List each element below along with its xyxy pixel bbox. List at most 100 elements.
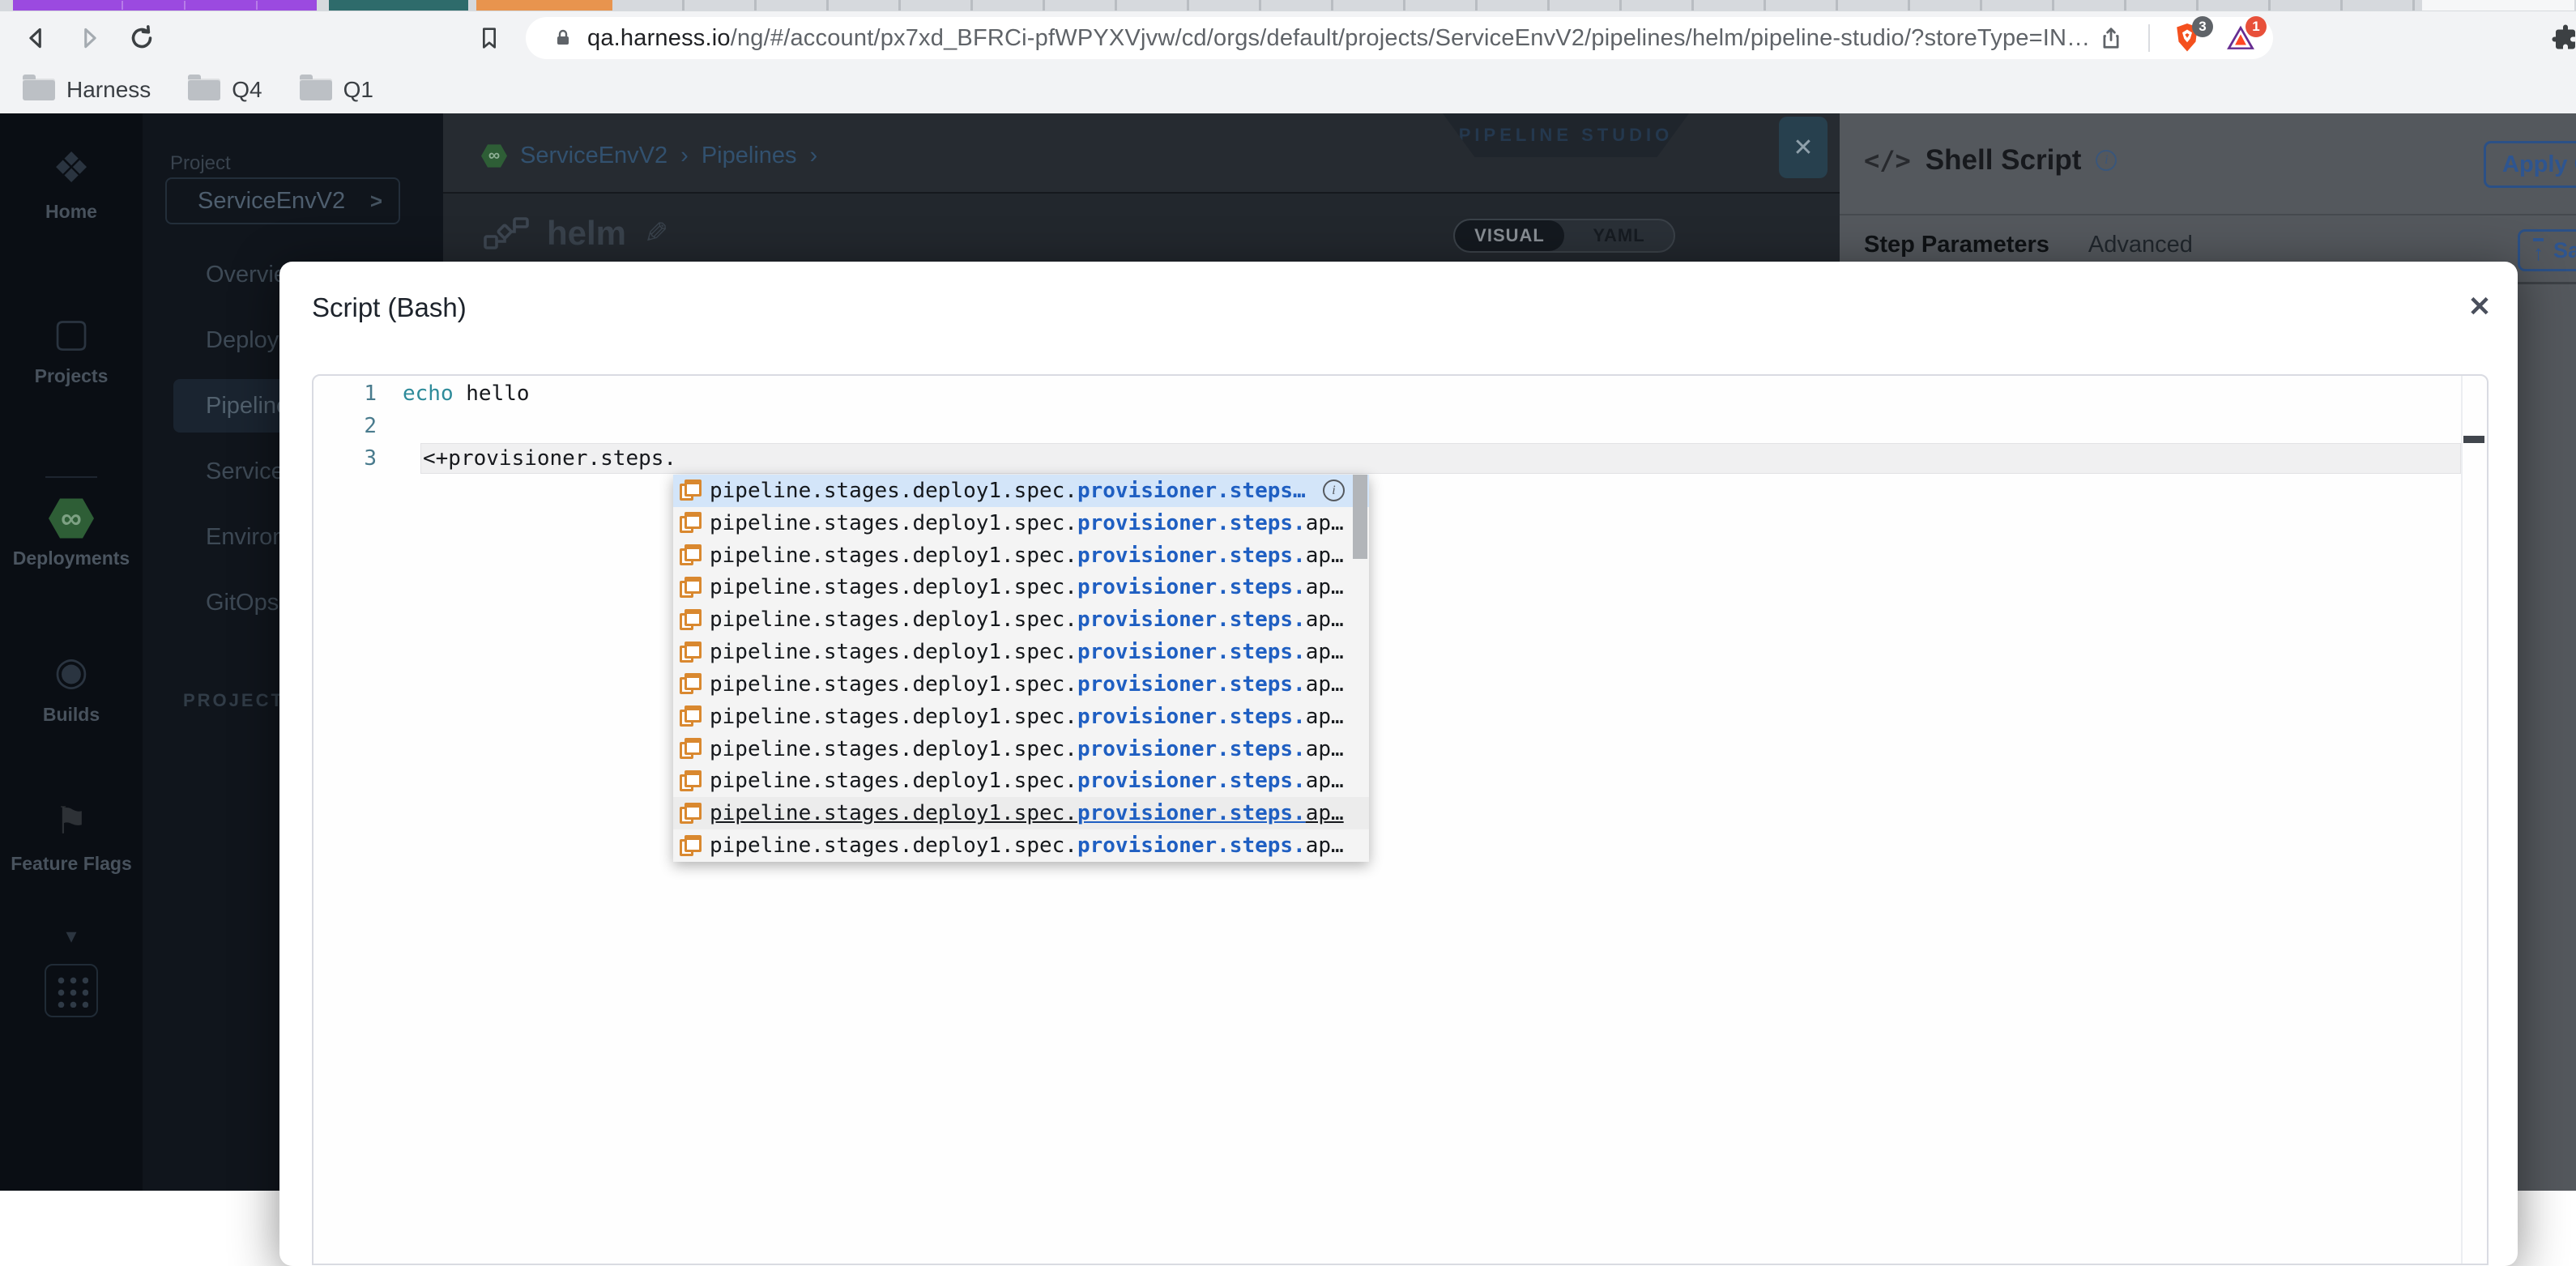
project-section-label: Project — [170, 152, 231, 174]
suggestion-item[interactable]: pipeline.stages.deploy1.spec.provisioner… — [673, 797, 1369, 830]
modal-close-button[interactable]: ✕ — [2460, 288, 2499, 326]
browser-chrome: qa.harness.io/ng/#/account/px7xd_BFRCi-p… — [0, 0, 2576, 113]
editor-scrollbar-thumb[interactable] — [2463, 436, 2484, 443]
project-selector[interactable]: ServiceEnvV2 > — [165, 177, 400, 224]
step-panel-tab[interactable]: Step Parameters — [1864, 232, 2049, 258]
bookmark-folder[interactable]: Q4 — [188, 75, 262, 103]
visual-yaml-toggle: VISUAL YAML — [1453, 219, 1675, 253]
suggestion-item[interactable]: pipeline.stages.deploy1.spec.provisioner… — [673, 765, 1369, 797]
suggestion-item[interactable]: pipeline.stages.deploy1.spec.provisioner… — [673, 829, 1369, 862]
studio-close-button[interactable]: ✕ — [1779, 117, 1828, 178]
step-panel-tab[interactable]: Advanced — [2088, 232, 2193, 258]
breadcrumb-link[interactable]: ServiceEnvV2 — [520, 143, 667, 169]
struct-field-icon — [680, 608, 702, 631]
edit-pencil-icon[interactable]: ✎ — [644, 216, 668, 250]
sidebar-chevron-down-icon[interactable]: ▾ — [0, 923, 143, 948]
pipeline-graph-icon — [484, 217, 529, 249]
grid-icon — [54, 974, 88, 1008]
address-bar[interactable]: qa.harness.io/ng/#/account/px7xd_BFRCi-p… — [526, 16, 2273, 59]
reading-list-icon[interactable] — [472, 21, 506, 55]
active-tab[interactable] — [2422, 0, 2574, 11]
save-as-template-button[interactable]: ↑ Save as Template — [2518, 229, 2576, 271]
breadcrumb-link[interactable]: Pipelines — [702, 143, 797, 169]
sidebar-module-item[interactable] — [45, 476, 97, 478]
suggestion-item[interactable]: pipeline.stages.deploy1.spec.provisioner… — [673, 701, 1369, 733]
breadcrumb: ∞ ServiceEnvV2 › Pipelines › — [481, 143, 817, 169]
module-label: Deployments — [12, 548, 130, 569]
sidebar-module-item[interactable]: Feature Flags — [0, 796, 143, 875]
browser-toolbar: qa.harness.io/ng/#/account/px7xd_BFRCi-p… — [0, 11, 2576, 66]
suggestion-text: pipeline.stages.deploy1.spec.provisioner… — [710, 704, 1344, 729]
suggestion-item[interactable]: pipeline.stages.deploy1.spec.provisioner… — [673, 475, 1369, 507]
suggestion-item[interactable]: pipeline.stages.deploy1.spec.provisioner… — [673, 539, 1369, 572]
sidebar-module-item[interactable]: Builds — [0, 647, 143, 726]
suggestion-text: pipeline.stages.deploy1.spec.provisioner… — [710, 478, 1306, 503]
suggestion-item[interactable]: pipeline.stages.deploy1.spec.provisioner… — [673, 733, 1369, 765]
lock-icon — [557, 29, 569, 45]
tab-strip[interactable] — [0, 0, 2576, 11]
editor-scrollbar-track[interactable] — [2461, 376, 2463, 1264]
code-editor[interactable]: 1 echo hello 2 3 <+provisioner.steps. — [312, 374, 2489, 1265]
chevron-right-icon: > — [369, 188, 382, 213]
module-icon — [49, 498, 94, 539]
line-number: 1 — [364, 382, 377, 406]
brave-rewards-icon[interactable]: 1 — [2224, 16, 2267, 55]
info-icon[interactable]: i — [2096, 150, 2118, 171]
sidebar-module-item[interactable]: Home — [0, 144, 143, 223]
view-toggle-option[interactable]: YAML — [1564, 220, 1674, 251]
sidebar-module-item[interactable]: Deployments — [0, 497, 143, 569]
suggestion-text: pipeline.stages.deploy1.spec.provisioner… — [710, 736, 1344, 761]
background-tabs[interactable] — [612, 0, 2422, 11]
code-text[interactable] — [403, 410, 2461, 442]
brave-shields-icon[interactable]: 3 — [2171, 16, 2213, 55]
module-picker-button[interactable] — [45, 964, 98, 1017]
code-line[interactable]: 1 echo hello — [313, 377, 2487, 410]
module-label: Projects — [34, 365, 109, 386]
module-icon — [53, 144, 91, 193]
apply-changes-button[interactable]: Apply Changes — [2484, 141, 2576, 188]
bookmark-label: Q4 — [232, 76, 262, 102]
shields-badge: 3 — [2192, 16, 2213, 37]
extensions-puzzle-icon[interactable] — [2548, 21, 2576, 55]
forward-button[interactable] — [72, 21, 106, 55]
struct-field-icon — [680, 480, 702, 501]
shell-script-icon: </> — [1864, 145, 1911, 176]
share-button[interactable] — [2095, 21, 2127, 55]
code-text[interactable]: echo hello — [403, 377, 2461, 410]
url-text[interactable]: qa.harness.io/ng/#/account/px7xd_BFRCi-p… — [587, 25, 2090, 52]
code-line[interactable]: 3 <+provisioner.steps. — [313, 442, 2487, 475]
struct-field-icon — [680, 738, 702, 760]
module-icon — [54, 647, 88, 696]
folder-icon — [299, 75, 332, 100]
project-hexagon-icon: ∞ — [481, 144, 507, 168]
suggestion-item[interactable]: pipeline.stages.deploy1.spec.provisioner… — [673, 603, 1369, 636]
suggestion-item[interactable]: pipeline.stages.deploy1.spec.provisioner… — [673, 507, 1369, 539]
module-icon — [54, 796, 87, 845]
modal-title: Script (Bash) — [312, 292, 467, 322]
bookmarks-bar: Harness Q4 Q1 — [0, 66, 2576, 113]
tab-group-purple[interactable] — [13, 0, 317, 11]
tab-divider — [122, 1, 123, 10]
back-button[interactable] — [19, 21, 53, 55]
bookmark-folder[interactable]: Q1 — [299, 75, 373, 103]
suggest-scrollbar-thumb[interactable] — [1353, 475, 1367, 559]
code-line[interactable]: 2 — [313, 410, 2487, 442]
template-button-label: Save as Template — [2553, 237, 2576, 262]
line-number: 3 — [364, 446, 377, 471]
sidebar-module-item[interactable]: Projects — [0, 309, 143, 387]
tab-group-orange[interactable] — [476, 0, 612, 11]
pipeline-name: helm — [547, 214, 627, 252]
reload-button[interactable] — [125, 21, 159, 55]
view-toggle-option[interactable]: VISUAL — [1455, 220, 1564, 251]
bookmark-folder[interactable]: Harness — [23, 75, 151, 103]
tab-group-teal[interactable] — [329, 0, 468, 11]
suggestion-item[interactable]: pipeline.stages.deploy1.spec.provisioner… — [673, 571, 1369, 603]
breadcrumb-separator: › — [680, 143, 689, 168]
suggestion-text: pipeline.stages.deploy1.spec.provisioner… — [710, 607, 1344, 633]
code-text[interactable]: <+provisioner.steps. — [420, 443, 2461, 474]
struct-field-icon — [680, 544, 702, 566]
suggestion-item[interactable]: pipeline.stages.deploy1.spec.provisioner… — [673, 636, 1369, 668]
folder-icon — [23, 75, 55, 100]
read-more-info-icon[interactable]: i — [1323, 480, 1345, 502]
suggestion-item[interactable]: pipeline.stages.deploy1.spec.provisioner… — [673, 668, 1369, 701]
